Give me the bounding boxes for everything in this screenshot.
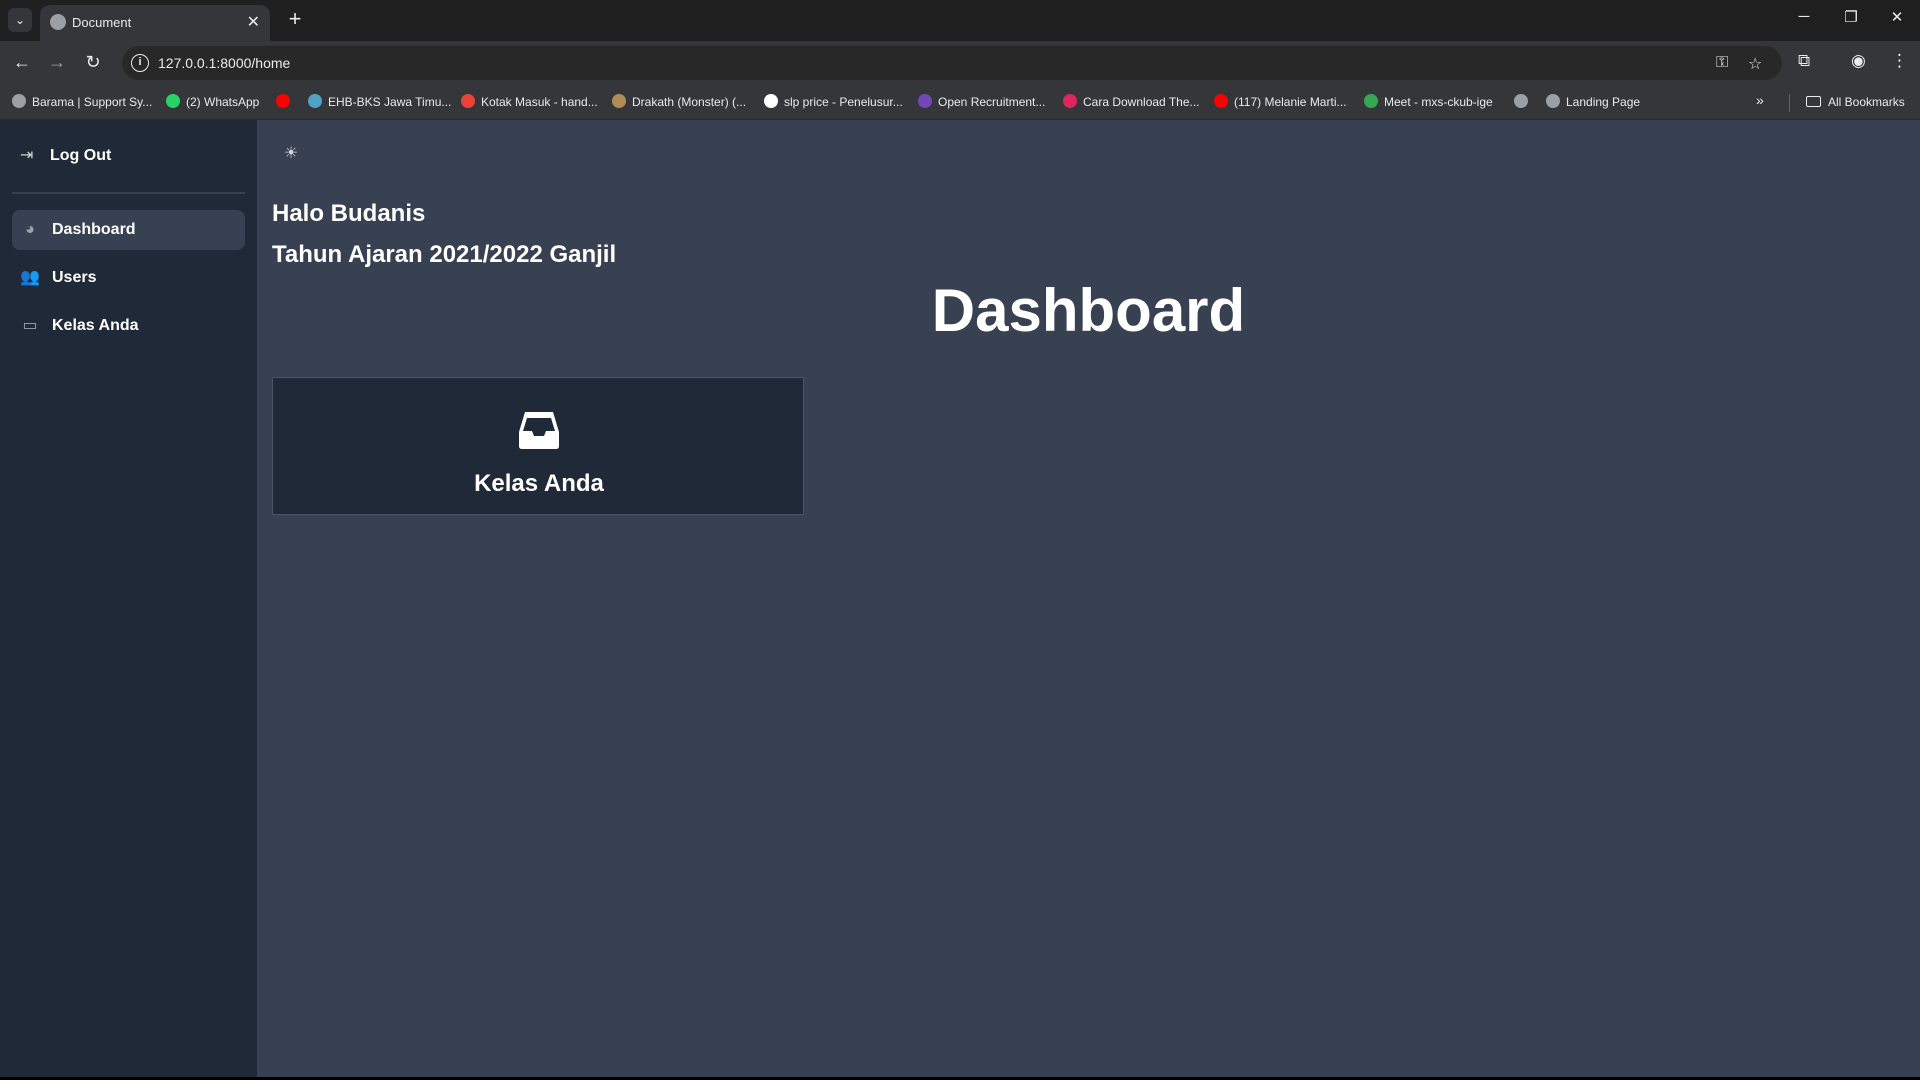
academic-year-text: Tahun Ajaran 2021/2022 Ganjil xyxy=(272,241,617,268)
close-window-icon[interactable]: ✕ xyxy=(1882,8,1912,26)
folder-icon xyxy=(1806,96,1821,107)
bookmark-item[interactable]: (117) Melanie Marti... xyxy=(1214,92,1346,112)
bookmark-favicon-icon xyxy=(1063,94,1077,108)
bookmark-favicon-icon xyxy=(12,94,26,108)
bookmark-label: slp price - Penelusur... xyxy=(784,95,903,109)
browser-window: ⌄ Document ✕ + ─ ❐ ✕ ← → ↻ i 127.0.0.1:8… xyxy=(0,0,1920,1077)
page-title: Dashboard xyxy=(931,277,1246,344)
bookmark-label: EHB-BKS Jawa Timu... xyxy=(328,95,452,109)
bookmark-favicon-icon xyxy=(918,94,932,108)
sidebar-item-dashboard[interactable]: ◕ Dashboard xyxy=(12,210,245,250)
bookmark-favicon-icon xyxy=(308,94,322,108)
password-key-icon[interactable]: ⚿ xyxy=(1716,54,1728,72)
bookmark-label: Landing Page xyxy=(1566,95,1641,109)
bookmark-item[interactable]: slp price - Penelusur... xyxy=(764,92,903,112)
web-page: ⇥ Log Out ◕ Dashboard 👥 Users ▭ Kelas And… xyxy=(0,120,1920,1077)
sidebar-divider xyxy=(12,192,245,194)
browser-tab[interactable]: Document ✕ xyxy=(40,5,270,41)
sidebar-item-users[interactable]: 👥 Users xyxy=(12,258,245,298)
bookmarks-separator xyxy=(1789,94,1790,112)
bookmark-item[interactable] xyxy=(276,92,296,112)
globe-icon xyxy=(50,14,66,30)
bookmark-favicon-icon xyxy=(612,94,626,108)
bookmark-label: (117) Melanie Marti... xyxy=(1234,95,1347,109)
bookmark-item[interactable]: (2) WhatsApp xyxy=(166,92,259,112)
inbox-icon: ▭ xyxy=(22,317,38,334)
tab-close-button[interactable]: ✕ xyxy=(247,12,260,32)
sidebar-item-kelas-anda[interactable]: ▭ Kelas Anda xyxy=(12,306,245,346)
bookmark-label: (2) WhatsApp xyxy=(186,95,260,109)
forward-icon[interactable]: → xyxy=(45,51,69,75)
more-bookmarks-icon[interactable]: » xyxy=(1756,92,1764,108)
reload-icon[interactable]: ↻ xyxy=(81,51,105,75)
tab-strip: ⌄ Document ✕ + ─ ❐ ✕ xyxy=(0,0,1920,41)
back-icon[interactable]: ← xyxy=(10,51,34,75)
tab-title: Document xyxy=(72,15,132,30)
bookmark-favicon-icon xyxy=(764,94,778,108)
bookmark-favicon-icon xyxy=(1514,94,1528,108)
bookmark-item[interactable]: Kotak Masuk - hand... xyxy=(461,92,598,112)
bookmark-favicon-icon xyxy=(1214,94,1228,108)
bookmark-item[interactable]: Drakath (Monster) (... xyxy=(612,92,746,112)
bookmark-label: Barama | Support Sy... xyxy=(32,95,153,109)
sidebar-item-label: Dashboard xyxy=(52,221,136,238)
bookmark-item[interactable]: Meet - mxs-ckub-ige xyxy=(1364,92,1493,112)
all-bookmarks-button[interactable]: All Bookmarks xyxy=(1806,92,1905,112)
kelas-anda-card[interactable]: Kelas Anda xyxy=(272,377,804,515)
logout-button[interactable]: ⇥ Log Out xyxy=(20,145,111,165)
bookmark-label: Drakath (Monster) (... xyxy=(632,95,747,109)
browser-toolbar: ← → ↻ i 127.0.0.1:8000/home ⚿ ☆ ⧉ ◉ ⋮ xyxy=(0,41,1920,84)
logout-icon: ⇥ xyxy=(20,147,34,164)
bookmark-item[interactable]: Barama | Support Sy... xyxy=(12,92,152,112)
tab-search-button[interactable]: ⌄ xyxy=(8,8,32,32)
address-bar[interactable]: i 127.0.0.1:8000/home ⚿ ☆ xyxy=(122,46,1782,80)
restore-icon[interactable]: ❐ xyxy=(1836,8,1866,26)
bookmark-item[interactable]: Cara Download The... xyxy=(1063,92,1200,112)
bookmark-favicon-icon xyxy=(1364,94,1378,108)
profile-avatar-icon[interactable]: ◉ xyxy=(1851,51,1866,71)
bookmarks-bar: » All Bookmarks Barama | Support Sy... (2… xyxy=(0,84,1920,120)
browser-menu-icon[interactable]: ⋮ xyxy=(1891,51,1908,71)
greeting-text: Halo Budanis xyxy=(272,200,426,227)
bookmark-favicon-icon xyxy=(461,94,475,108)
bookmark-label: Meet - mxs-ckub-ige xyxy=(1384,95,1493,109)
bookmark-item[interactable]: Open Recruitment... xyxy=(918,92,1045,112)
bookmark-label: Open Recruitment... xyxy=(938,95,1046,109)
extensions-icon[interactable]: ⧉ xyxy=(1798,51,1810,71)
sidebar-item-label: Kelas Anda xyxy=(52,317,139,334)
minimize-icon[interactable]: ─ xyxy=(1789,8,1819,25)
bookmark-label: Kotak Masuk - hand... xyxy=(481,95,598,109)
site-info-icon[interactable]: i xyxy=(131,54,149,72)
all-bookmarks-label: All Bookmarks xyxy=(1828,95,1905,109)
bookmark-favicon-icon xyxy=(276,94,290,108)
bookmark-item[interactable]: Landing Page xyxy=(1546,92,1640,112)
bookmark-star-icon[interactable]: ☆ xyxy=(1748,54,1762,74)
inbox-icon xyxy=(519,412,559,449)
sidebar-item-label: Users xyxy=(52,269,97,286)
bookmark-item[interactable] xyxy=(1514,92,1534,112)
users-icon: 👥 xyxy=(20,269,40,286)
sun-icon[interactable]: ☀ xyxy=(281,144,301,164)
bookmark-favicon-icon xyxy=(1546,94,1560,108)
bookmark-item[interactable]: EHB-BKS Jawa Timu... xyxy=(308,92,451,112)
bookmark-label: Cara Download The... xyxy=(1083,95,1200,109)
main-content: ☀ Halo Budanis Tahun Ajaran 2021/2022 Ga… xyxy=(257,120,1920,1077)
card-label: Kelas Anda xyxy=(474,470,604,497)
sidebar: ⇥ Log Out ◕ Dashboard 👥 Users ▭ Kelas And… xyxy=(0,120,257,1077)
logout-label: Log Out xyxy=(50,147,112,164)
bookmark-favicon-icon xyxy=(166,94,180,108)
pie-chart-icon: ◕ xyxy=(25,221,35,238)
url-text[interactable]: 127.0.0.1:8000/home xyxy=(158,55,290,71)
new-tab-button[interactable]: + xyxy=(283,8,307,32)
